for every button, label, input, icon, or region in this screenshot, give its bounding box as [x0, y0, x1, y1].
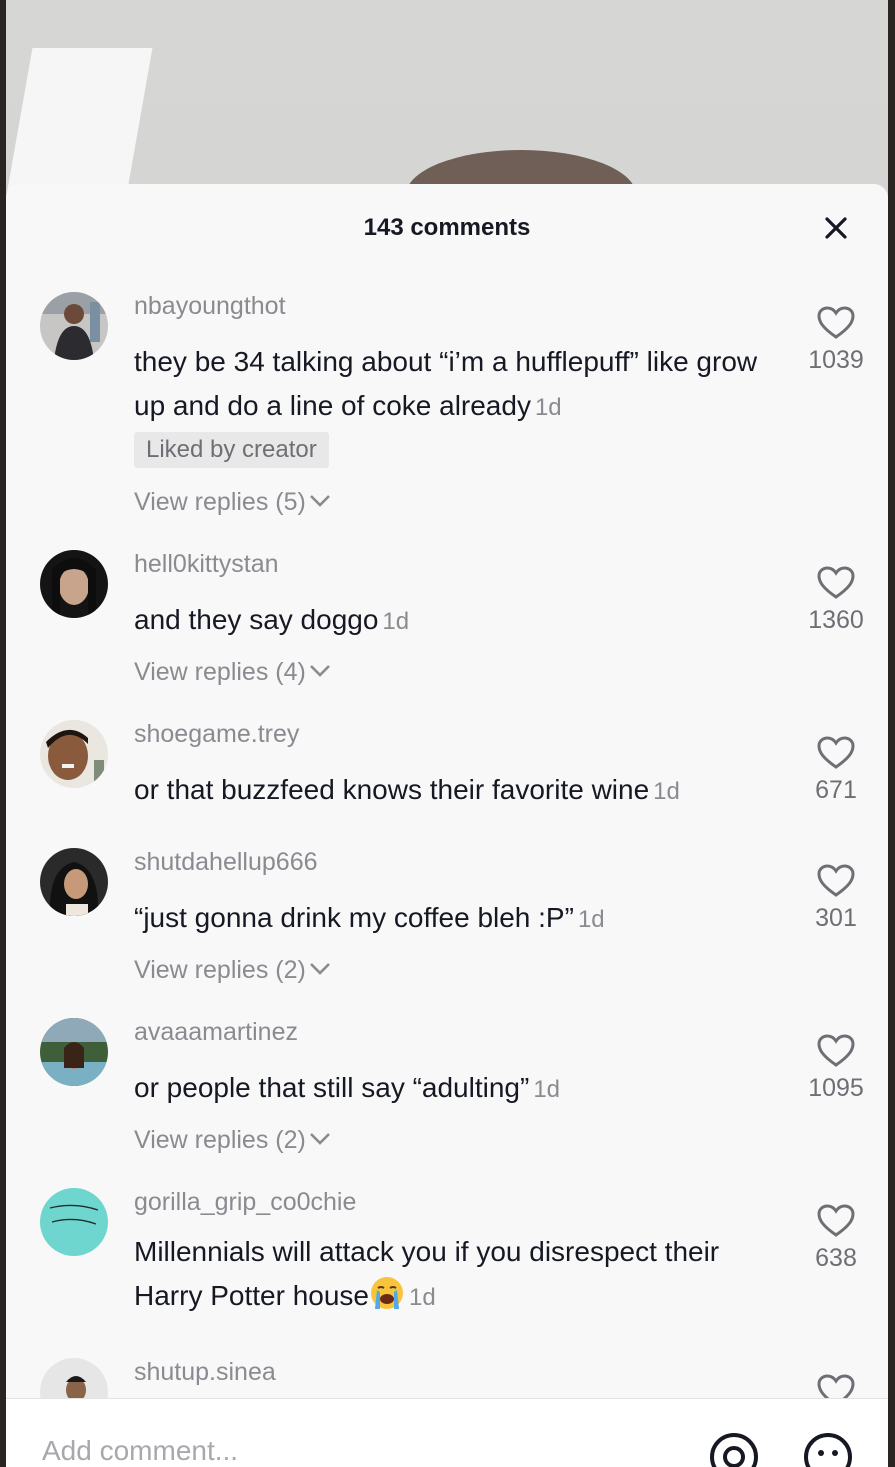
heart-outline-icon [817, 864, 855, 897]
comment-age: 1d [409, 1284, 436, 1311]
comment-age: 1d [577, 906, 605, 933]
avatar[interactable] [40, 1188, 108, 1256]
comments-sheet: 143 comments nbayoungthot they be 34 tal… [6, 184, 888, 1467]
avatar[interactable] [40, 848, 108, 916]
chevron-down-icon [309, 1133, 330, 1145]
heart-outline-icon [817, 566, 855, 599]
avatar[interactable] [40, 1018, 108, 1086]
like-count: 671 [815, 776, 857, 804]
comment-age: 1d [533, 1076, 561, 1103]
heart-outline-icon [817, 1034, 855, 1067]
comment-text: or that buzzfeed knows their favorite wi… [134, 774, 680, 805]
comment-username[interactable]: shutdahellup666 [134, 848, 318, 877]
heart-outline-icon [817, 306, 855, 339]
at-icon[interactable] [708, 1431, 760, 1467]
comment-item: gorilla_grip_co0chie Millennials will at… [6, 1188, 888, 1348]
comment-text: they be 34 talking about “i’m a hufflepu… [134, 346, 758, 421]
like-button[interactable]: 671 [801, 736, 871, 805]
avatar[interactable] [40, 292, 108, 360]
comment-username[interactable]: gorilla_grip_co0chie [134, 1188, 356, 1217]
comment-text: and they say doggo 1d [134, 604, 410, 635]
loudly-crying-face-icon [371, 1277, 403, 1309]
like-button[interactable]: 301 [801, 864, 871, 933]
chevron-down-icon [309, 495, 330, 507]
chevron-down-icon [309, 665, 330, 677]
comment-input-bar [6, 1398, 888, 1467]
comment-text: “just gonna drink my coffee bleh :P” 1d [134, 902, 605, 933]
view-replies-button[interactable]: View replies (5) [134, 488, 332, 517]
like-button[interactable]: 638 [801, 1204, 871, 1273]
view-replies-button[interactable]: View replies (4) [134, 658, 332, 687]
comment-username[interactable]: shutup.sinea [134, 1358, 276, 1387]
like-count: 301 [815, 904, 857, 932]
comment-item: shutup.sinea [6, 1358, 888, 1398]
comment-item: hell0kittystan and they say doggo 1d View… [6, 550, 888, 700]
emoji-icon[interactable] [802, 1431, 854, 1467]
chevron-down-icon [309, 963, 330, 975]
like-button[interactable]: 1039 [801, 306, 871, 375]
comments-list[interactable]: nbayoungthot they be 34 talking about “i… [6, 184, 888, 1398]
comment-age: 1d [382, 608, 410, 635]
comment-text: or people that still say “adulting” 1d [134, 1072, 561, 1103]
comment-age: 1d [653, 778, 680, 805]
like-count: 1039 [808, 346, 864, 374]
like-button[interactable] [801, 1374, 871, 1398]
heart-outline-icon [817, 1374, 855, 1398]
comment-text: Millennials will attack you if you disre… [134, 1236, 720, 1311]
comment-item: shoegame.trey or that buzzfeed knows the… [6, 720, 888, 830]
comment-item: shutdahellup666 “just gonna drink my cof… [6, 848, 888, 998]
like-count: 638 [815, 1244, 857, 1272]
comment-username[interactable]: avaaamartinez [134, 1018, 298, 1047]
avatar[interactable] [40, 1358, 108, 1398]
heart-outline-icon [817, 736, 855, 769]
avatar[interactable] [40, 720, 108, 788]
liked-by-creator-badge: Liked by creator [134, 432, 329, 468]
heart-outline-icon [817, 1204, 855, 1237]
comment-username[interactable]: hell0kittystan [134, 550, 279, 579]
view-replies-button[interactable]: View replies (2) [134, 1126, 332, 1155]
comment-item: nbayoungthot they be 34 talking about “i… [6, 292, 888, 532]
like-count: 1360 [808, 606, 864, 634]
add-comment-input[interactable] [42, 1435, 642, 1467]
comment-username[interactable]: nbayoungthot [134, 292, 286, 321]
comment-item: avaaamartinez or people that still say “… [6, 1018, 888, 1168]
video-background: 143 comments nbayoungthot they be 34 tal… [6, 0, 888, 1467]
comment-username[interactable]: shoegame.trey [134, 720, 299, 749]
like-button[interactable]: 1360 [801, 566, 871, 635]
comment-age: 1d [534, 394, 562, 421]
video-paper-shape [6, 48, 153, 198]
view-replies-button[interactable]: View replies (2) [134, 956, 332, 985]
avatar[interactable] [40, 550, 108, 618]
like-count: 1095 [808, 1074, 864, 1102]
like-button[interactable]: 1095 [801, 1034, 871, 1103]
